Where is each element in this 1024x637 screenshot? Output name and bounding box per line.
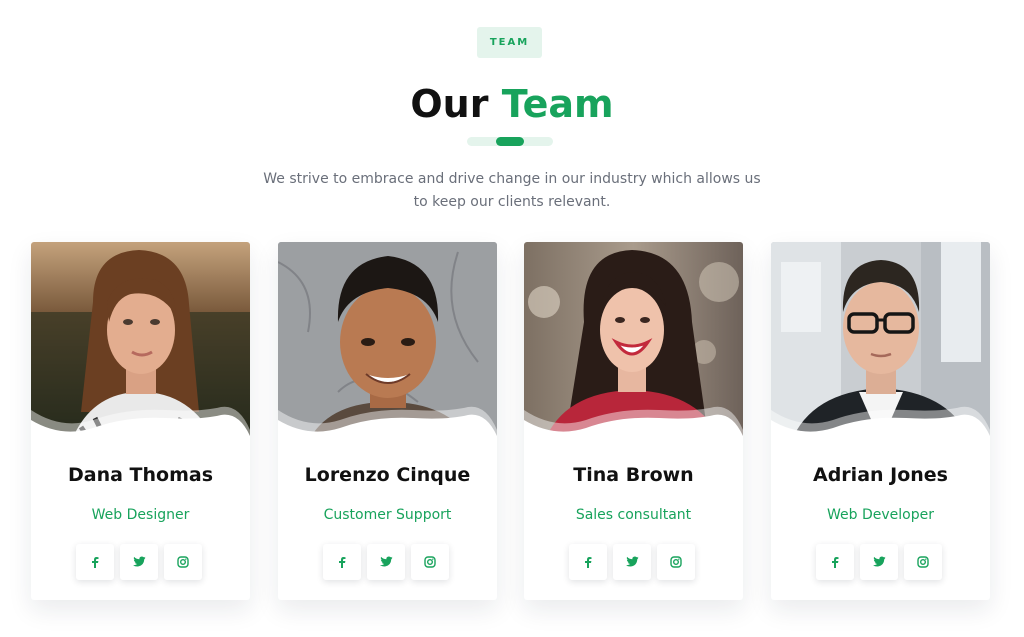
card-wave	[278, 406, 497, 442]
social-links	[76, 544, 206, 582]
twitter-icon	[133, 556, 146, 567]
card-wave	[771, 406, 990, 442]
section-title: Our Team	[0, 80, 1024, 128]
card-wave	[31, 406, 250, 442]
twitter-button[interactable]	[613, 544, 651, 580]
twitter-icon	[626, 556, 639, 567]
instagram-button[interactable]	[411, 544, 449, 580]
team-card-lorenzo-cinque: Lorenzo Cinque Customer Support	[278, 242, 497, 600]
member-name: Lorenzo Cinque	[304, 464, 471, 486]
intro-line-1: We strive to embrace and drive change in…	[263, 171, 761, 187]
member-role: Customer Support	[323, 507, 452, 523]
facebook-icon	[832, 557, 839, 568]
title-underline-accent	[496, 137, 524, 146]
team-card-dana-thomas: Dana Thomas Web Designer	[31, 242, 250, 600]
team-card-adrian-jones: Adrian Jones Web Developer	[771, 242, 990, 600]
instagram-icon	[917, 556, 929, 568]
twitter-button[interactable]	[367, 544, 405, 580]
facebook-button[interactable]	[323, 544, 361, 580]
instagram-button[interactable]	[904, 544, 942, 580]
social-links	[569, 544, 699, 582]
facebook-button[interactable]	[569, 544, 607, 580]
social-links	[816, 544, 946, 582]
title-prefix: Our	[410, 82, 489, 126]
member-name: Adrian Jones	[813, 464, 948, 486]
facebook-button[interactable]	[816, 544, 854, 580]
card-wave	[524, 406, 743, 442]
instagram-icon	[424, 556, 436, 568]
twitter-button[interactable]	[120, 544, 158, 580]
twitter-icon	[873, 556, 886, 567]
member-role: Web Designer	[91, 507, 190, 523]
team-section: TEAM Our Team We strive to embrace and d…	[0, 0, 1024, 637]
twitter-button[interactable]	[860, 544, 898, 580]
member-role: Web Developer	[827, 507, 934, 523]
instagram-button[interactable]	[657, 544, 695, 580]
facebook-icon	[92, 557, 99, 568]
title-accent: Team	[501, 82, 614, 126]
member-name: Dana Thomas	[67, 464, 214, 486]
section-intro: We strive to embrace and drive change in…	[262, 168, 762, 214]
facebook-icon	[339, 557, 346, 568]
instagram-icon	[177, 556, 189, 568]
facebook-icon	[585, 557, 592, 568]
twitter-icon	[380, 556, 393, 567]
intro-line-2: to keep our clients relevant.	[413, 194, 611, 210]
instagram-icon	[670, 556, 682, 568]
member-role: Sales consultant	[575, 507, 692, 523]
facebook-button[interactable]	[76, 544, 114, 580]
social-links	[323, 544, 453, 582]
instagram-button[interactable]	[164, 544, 202, 580]
member-name: Tina Brown	[573, 464, 694, 486]
section-badge: TEAM	[477, 27, 542, 58]
team-card-tina-brown: Tina Brown Sales consultant	[524, 242, 743, 600]
